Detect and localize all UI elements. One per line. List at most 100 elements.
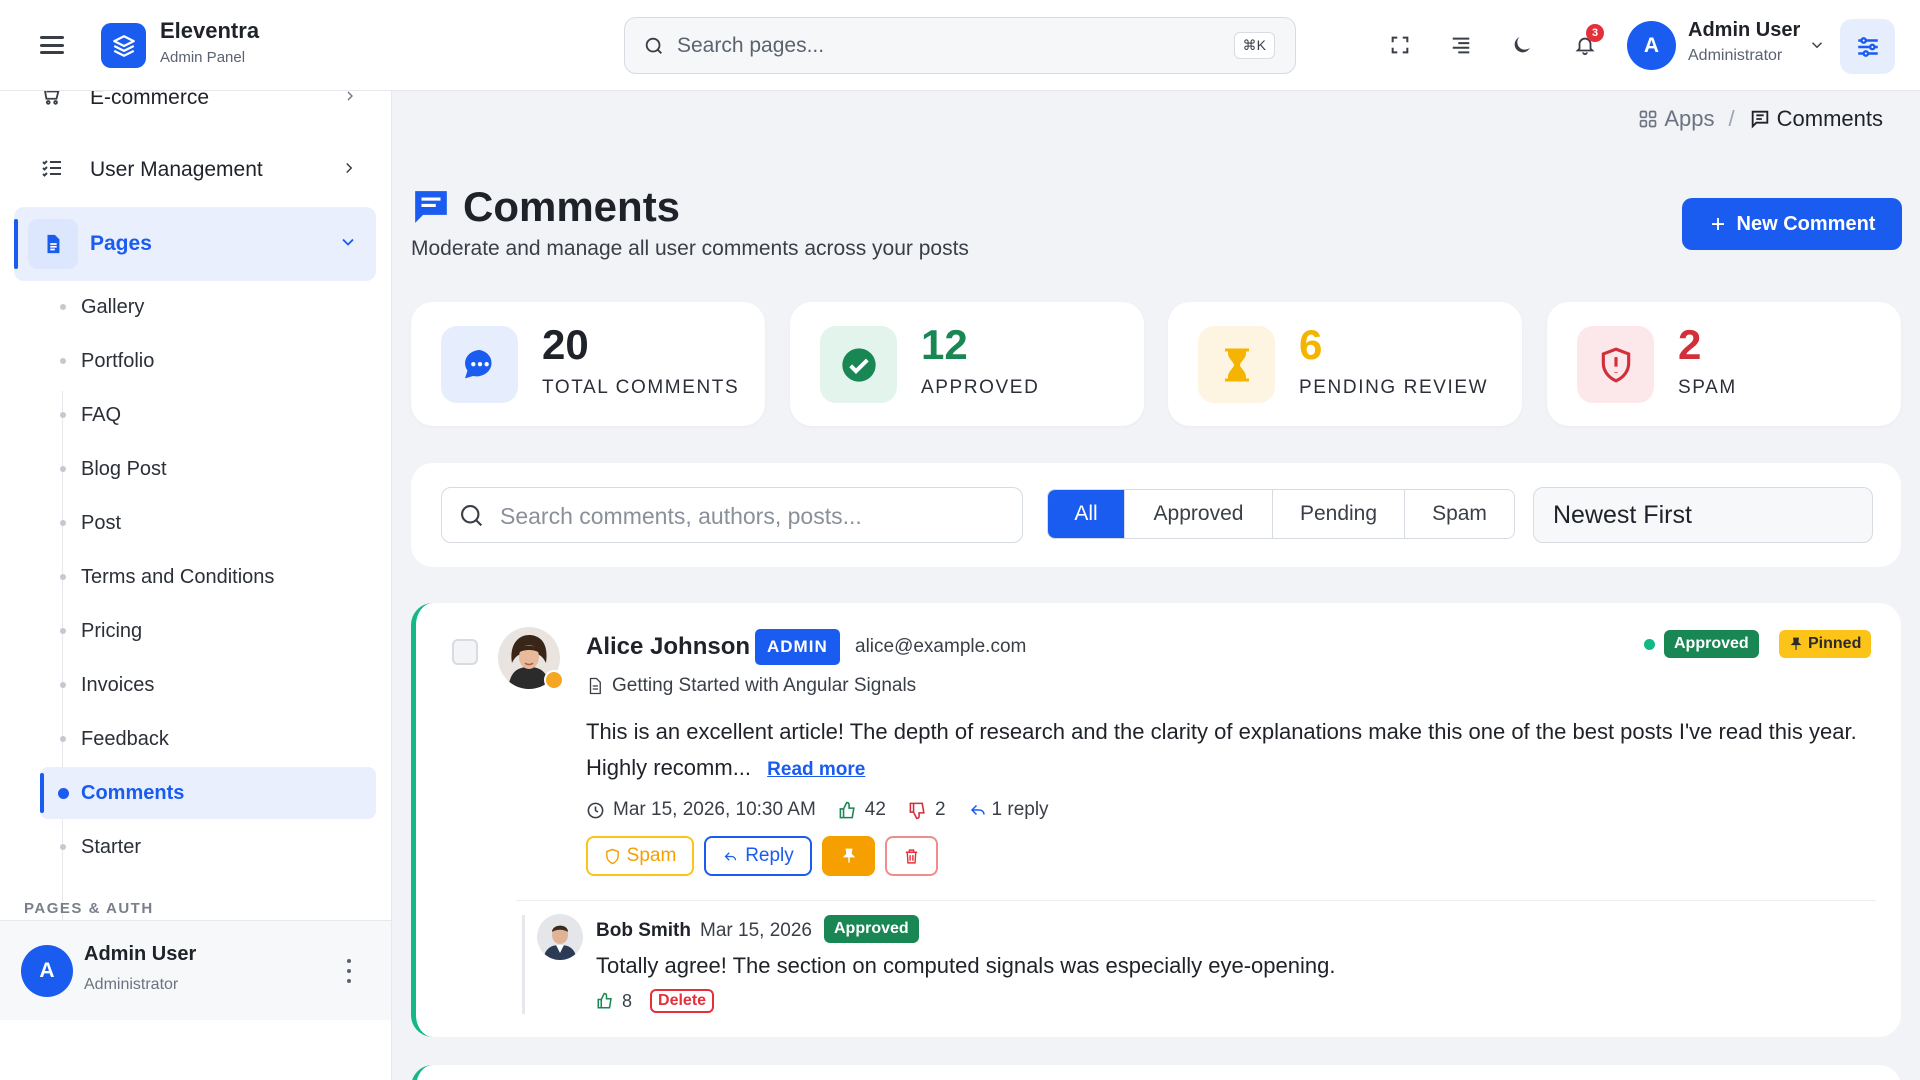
user-role: Administrator xyxy=(1688,47,1783,64)
sidebar-subitem-label: Invoices xyxy=(81,673,155,696)
brand-logo-icon xyxy=(101,23,146,68)
reply-delete-button[interactable]: Delete xyxy=(650,989,715,1013)
comment-body: This is an excellent article! The depth … xyxy=(586,714,1876,788)
new-comment-button[interactable]: New Comment xyxy=(1682,198,1902,250)
sort-select[interactable]: Newest First xyxy=(1533,487,1873,543)
sidebar-subitem-blog-post[interactable]: Blog Post xyxy=(40,443,376,495)
pinned-badge: Pinned xyxy=(1779,630,1872,658)
sidebar-subitem-terms[interactable]: Terms and Conditions xyxy=(40,551,376,603)
global-search[interactable]: Search pages... ⌘K xyxy=(624,17,1296,74)
like-count[interactable]: 42 xyxy=(838,799,886,821)
breadcrumb-current: Comments xyxy=(1749,106,1883,132)
tab-pending[interactable]: Pending xyxy=(1272,490,1404,538)
comment-post-link[interactable]: Getting Started with Angular Signals xyxy=(586,675,916,697)
reply-count-text: 1 reply xyxy=(991,799,1049,820)
dark-mode-moon-icon[interactable] xyxy=(1505,28,1539,62)
trash-icon xyxy=(905,848,918,864)
breadcrumb-apps-link[interactable]: Apps xyxy=(1638,106,1715,132)
notification-bell-icon[interactable]: 3 xyxy=(1568,24,1604,62)
document-icon xyxy=(28,219,78,269)
avatar xyxy=(537,914,583,960)
sidebar-subitem-comments[interactable]: Comments xyxy=(40,767,376,819)
brand-subtitle: Admin Panel xyxy=(160,49,246,66)
spam-button[interactable]: Spam xyxy=(586,836,694,876)
search-icon xyxy=(458,502,486,535)
stat-card-total: 20 TOTAL COMMENTS xyxy=(411,302,765,426)
read-more-link[interactable]: Read more xyxy=(767,759,865,780)
stat-value: 2 xyxy=(1678,321,1702,368)
reply-author[interactable]: Bob Smith xyxy=(596,920,691,942)
bullet-dot xyxy=(60,358,66,364)
comment-select-checkbox[interactable] xyxy=(452,639,478,665)
reply-body: Totally agree! The section on computed s… xyxy=(596,953,1336,978)
tab-approved[interactable]: Approved xyxy=(1124,490,1272,538)
pinned-label: Pinned xyxy=(1808,635,1862,652)
sidebar-subitem-starter[interactable]: Starter xyxy=(40,821,376,873)
more-vertical-icon[interactable] xyxy=(345,959,353,983)
comment-search-input[interactable] xyxy=(500,496,1000,536)
user-avatar[interactable]: A xyxy=(1627,21,1676,70)
sidebar-subitem-faq[interactable]: FAQ xyxy=(40,389,376,441)
avatar[interactable]: A xyxy=(21,945,73,997)
settings-sliders-button[interactable] xyxy=(1840,19,1895,74)
plus-icon xyxy=(1711,218,1724,230)
like-count-value: 42 xyxy=(864,799,886,820)
comment-search xyxy=(441,487,1023,543)
dislike-count[interactable]: 2 xyxy=(908,799,946,821)
status-dot xyxy=(1644,639,1655,650)
fullscreen-icon[interactable] xyxy=(1383,28,1417,62)
stat-label: PENDING REVIEW xyxy=(1299,377,1489,398)
sidebar-subitem-pricing[interactable]: Pricing xyxy=(40,605,376,657)
pin-icon xyxy=(842,848,855,863)
file-text-icon xyxy=(589,677,601,695)
page-subtitle: Moderate and manage all user comments ac… xyxy=(411,237,969,260)
user-menu-chevron-down-icon[interactable] xyxy=(1808,36,1826,59)
chat-bubble-icon xyxy=(441,326,518,403)
user-name[interactable]: Admin User xyxy=(1688,19,1800,42)
reply-count[interactable]: 1 reply xyxy=(968,799,1049,821)
search-icon xyxy=(645,37,662,54)
comment-icon xyxy=(1751,110,1768,129)
cart-icon xyxy=(40,91,62,112)
notification-count-badge: 3 xyxy=(1586,24,1604,42)
sidebar-subitem-gallery[interactable]: Gallery xyxy=(40,281,376,333)
reply-button[interactable]: Reply xyxy=(704,836,812,876)
sidebar-subitem-feedback[interactable]: Feedback xyxy=(40,713,376,765)
align-right-icon[interactable] xyxy=(1444,28,1478,62)
sidebar-item-user-management[interactable]: User Management xyxy=(14,133,376,207)
sidebar-subitem-label: Blog Post xyxy=(81,457,167,480)
sidebar-subitem-post[interactable]: Post xyxy=(40,497,376,549)
tab-all[interactable]: All xyxy=(1048,490,1124,538)
tab-spam[interactable]: Spam xyxy=(1404,490,1514,538)
stat-value: 6 xyxy=(1299,321,1323,368)
sidebar-subitem-label: Gallery xyxy=(81,295,145,318)
sidebar-subitem-label: Comments xyxy=(81,781,185,804)
sidebar-subitem-invoices[interactable]: Invoices xyxy=(40,659,376,711)
breadcrumb-apps-label: Apps xyxy=(1664,106,1715,131)
bullet-dot xyxy=(60,466,66,472)
bullet-dot xyxy=(60,682,66,688)
sidebar-item-pages[interactable]: Pages xyxy=(14,207,376,281)
dislike-count-value: 2 xyxy=(934,799,946,820)
reply-thread-line xyxy=(522,915,525,1014)
bullet-dot xyxy=(60,844,66,850)
top-bar: Eleventra Admin Panel Search pages... ⌘K… xyxy=(0,0,1920,91)
comment-author[interactable]: Alice Johnson xyxy=(586,633,750,661)
thumbs-up-icon[interactable] xyxy=(596,992,614,1010)
sidebar-item-ecommerce[interactable]: E-commerce xyxy=(14,91,376,135)
clock-icon xyxy=(587,802,604,818)
shield-alert-icon xyxy=(1577,326,1654,403)
bullet-dot xyxy=(58,787,69,799)
sidebar-subitem-portfolio[interactable]: Portfolio xyxy=(40,335,376,387)
sidebar-subitem-label: FAQ xyxy=(81,403,122,426)
grid-icon xyxy=(1640,110,1657,128)
comment-date-text: Mar 15, 2026, 10:30 AM xyxy=(613,799,816,820)
reply-like-count: 8 xyxy=(622,990,633,1011)
breadcrumb-separator: / xyxy=(1728,106,1735,131)
bullet-dot xyxy=(60,628,66,634)
menu-toggle-icon[interactable] xyxy=(38,32,66,58)
breadcrumb-current-label: Comments xyxy=(1776,106,1883,131)
delete-button[interactable] xyxy=(885,836,938,876)
comment-email: alice@example.com xyxy=(855,636,1027,657)
pin-button[interactable] xyxy=(822,836,875,876)
